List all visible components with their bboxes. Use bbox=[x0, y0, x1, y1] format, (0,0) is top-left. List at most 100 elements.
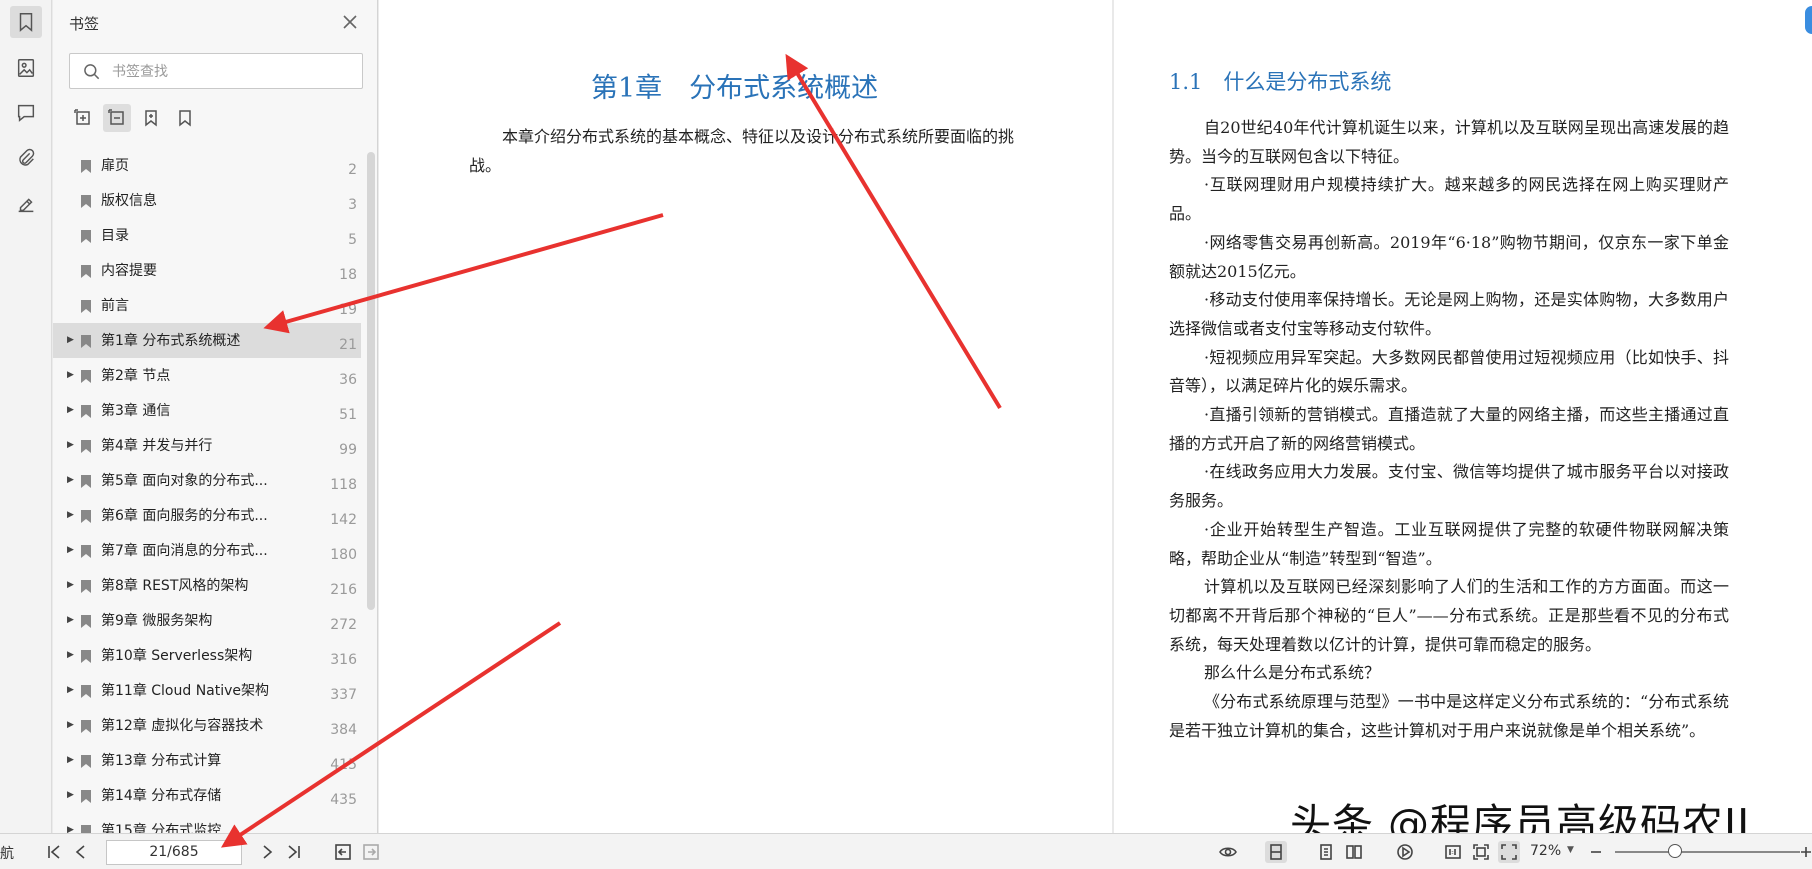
continuous-page-icon[interactable] bbox=[1315, 841, 1337, 863]
chevron-right-icon[interactable]: ▶ bbox=[67, 615, 77, 625]
bookmark-scrollbar[interactable] bbox=[367, 152, 375, 610]
search-input[interactable] bbox=[112, 61, 352, 83]
bookmark-toolbar bbox=[69, 104, 199, 132]
bookmark-label: 第6章 面向服务的分布式... bbox=[101, 508, 268, 524]
play-icon[interactable] bbox=[1394, 841, 1416, 863]
fit-width-icon[interactable] bbox=[1498, 841, 1520, 863]
bookmark-item[interactable]: 目录 5 bbox=[53, 218, 361, 253]
bookmark-icon bbox=[81, 193, 91, 208]
double-page-icon[interactable] bbox=[1343, 841, 1365, 863]
chevron-down-icon[interactable]: ▼ bbox=[1567, 845, 1574, 855]
body-paragraph: ·短视频应用异军突起。大多数网民都曾使用过短视频应用（比如快手、抖音等），以满足… bbox=[1169, 347, 1729, 396]
assistant-tab[interactable] bbox=[1805, 6, 1812, 34]
chevron-right-icon[interactable]: ▶ bbox=[67, 335, 77, 345]
bookmark-panel: 书签 扉页 2 版权信息 3 目录 5 内容提要 18 前言 19 ▶ 第1章 分布式系统概述 21 ▶ 第… bbox=[53, 0, 378, 833]
bookmark-item[interactable]: ▶ 第3章 通信 51 bbox=[53, 393, 361, 428]
bookmark-list: 扉页 2 版权信息 3 目录 5 内容提要 18 前言 19 ▶ 第1章 分布式系统概述 21 ▶ 第2章 … bbox=[53, 148, 363, 833]
single-page-icon[interactable] bbox=[1265, 841, 1287, 863]
zoom-out-icon[interactable] bbox=[1585, 841, 1607, 863]
bookmark-page-number: 18 bbox=[339, 267, 357, 283]
bookmark-item[interactable]: 扉页 2 bbox=[53, 148, 361, 183]
bookmark-item[interactable]: ▶ 第7章 面向消息的分布式... 180 bbox=[53, 533, 361, 568]
bookmark-outline-icon[interactable] bbox=[171, 104, 199, 132]
bookmark-icon bbox=[81, 158, 91, 173]
chapter-intro: 本章介绍分布式系统的基本概念、特征以及设计分布式系统所要面临的挑战。 bbox=[469, 127, 1015, 175]
bookmark-item[interactable]: ▶ 第15章 分布式监控 bbox=[53, 813, 361, 833]
eye-icon[interactable] bbox=[1217, 841, 1239, 863]
chevron-right-icon[interactable]: ▶ bbox=[67, 685, 77, 695]
chevron-right-icon[interactable]: ▶ bbox=[67, 440, 77, 450]
chevron-right-icon[interactable]: ▶ bbox=[67, 475, 77, 485]
bookmark-item[interactable]: ▶ 第10章 Serverless架构 316 bbox=[53, 638, 361, 673]
chevron-right-icon[interactable]: ▶ bbox=[67, 755, 77, 765]
bookmark-item[interactable]: 内容提要 18 bbox=[53, 253, 361, 288]
add-bookmark-icon[interactable] bbox=[137, 104, 165, 132]
bookmark-icon bbox=[81, 368, 91, 383]
chevron-right-icon[interactable]: ▶ bbox=[67, 510, 77, 520]
actual-size-icon[interactable] bbox=[1442, 841, 1464, 863]
body-paragraph: ·网络零售交易再创新高。2019年“6·18”购物节期间，仅京东一家下单金额就达… bbox=[1169, 232, 1729, 281]
bookmark-page-number: 21 bbox=[339, 337, 357, 353]
document-view: 第1章 分布式系统概述 本章介绍分布式系统的基本概念、特征以及设计分布式系统所要… bbox=[379, 0, 1812, 833]
bookmark-item[interactable]: ▶ 第5章 面向对象的分布式... 118 bbox=[53, 463, 361, 498]
chevron-right-icon[interactable]: ▶ bbox=[67, 790, 77, 800]
bookmark-item[interactable]: ▶ 第13章 分布式计算 415 bbox=[53, 743, 361, 778]
pdf-reader-window: 书签 扉页 2 版权信息 3 目录 5 内容提要 18 前言 19 ▶ 第1章 分布式系统概述 21 ▶ 第… bbox=[0, 0, 1812, 869]
bookmark-page-number: 435 bbox=[330, 792, 357, 808]
bookmark-page-number: 5 bbox=[348, 232, 357, 248]
expand-all-icon[interactable] bbox=[69, 104, 97, 132]
bookmark-icon bbox=[81, 823, 91, 833]
attachment-icon[interactable] bbox=[10, 142, 42, 174]
bookmark-page-number: 272 bbox=[330, 617, 357, 633]
bookmark-label: 扉页 bbox=[101, 158, 129, 174]
collapse-all-icon[interactable] bbox=[103, 104, 131, 132]
bookmark-item[interactable]: ▶ 第4章 并发与并行 99 bbox=[53, 428, 361, 463]
zoom-in-icon[interactable] bbox=[1795, 841, 1812, 863]
chevron-right-icon[interactable]: ▶ bbox=[67, 825, 77, 833]
comment-icon[interactable] bbox=[10, 97, 42, 129]
bookmark-item[interactable]: ▶ 第9章 微服务架构 272 bbox=[53, 603, 361, 638]
body-paragraph: 计算机以及互联网已经深刻影响了人们的生活和工作的方方面面。而这一切都离不开背后那… bbox=[1169, 577, 1729, 654]
zoom-slider-handle[interactable] bbox=[1668, 844, 1682, 858]
chevron-right-icon[interactable]: ▶ bbox=[67, 405, 77, 415]
bookmark-item[interactable]: ▶ 第2章 节点 36 bbox=[53, 358, 361, 393]
bookmark-page-number: 384 bbox=[330, 722, 357, 738]
bookmark-item[interactable]: ▶ 第11章 Cloud Native架构 337 bbox=[53, 673, 361, 708]
bookmark-item[interactable]: ▶ 第14章 分布式存储 435 bbox=[53, 778, 361, 813]
first-page-icon[interactable] bbox=[43, 841, 65, 863]
bookmark-item[interactable]: ▶ 第8章 REST风格的架构 216 bbox=[53, 568, 361, 603]
bookmark-item[interactable]: ▶ 第1章 分布式系统概述 21 bbox=[53, 323, 361, 358]
bookmark-icon[interactable] bbox=[10, 6, 42, 38]
page-number-input[interactable]: 21/685 bbox=[106, 840, 242, 865]
bookmark-icon bbox=[81, 333, 91, 348]
bookmark-item[interactable]: 前言 19 bbox=[53, 288, 361, 323]
forward-icon[interactable] bbox=[360, 841, 382, 863]
next-page-icon[interactable] bbox=[256, 841, 278, 863]
body-paragraph: ·互联网理财用户规模持续扩大。越来越多的网民选择在网上购买理财产品。 bbox=[1169, 175, 1729, 224]
chevron-right-icon[interactable]: ▶ bbox=[67, 580, 77, 590]
panel-title: 书签 bbox=[69, 15, 100, 33]
chevron-right-icon[interactable]: ▶ bbox=[67, 545, 77, 555]
back-icon[interactable] bbox=[332, 841, 354, 863]
chevron-right-icon[interactable]: ▶ bbox=[67, 370, 77, 380]
bookmark-page-number: 99 bbox=[339, 442, 357, 458]
bookmark-item[interactable]: 版权信息 3 bbox=[53, 183, 361, 218]
last-page-icon[interactable] bbox=[283, 841, 305, 863]
close-icon[interactable] bbox=[340, 12, 360, 32]
sign-icon[interactable] bbox=[10, 188, 42, 220]
bookmark-page-number: 118 bbox=[330, 477, 357, 493]
body-paragraph: ·直播引领新的营销模式。直播造就了大量的网络主播，而这些主播通过直播的方式开启了… bbox=[1169, 405, 1729, 453]
bookmark-item[interactable]: ▶ 第6章 面向服务的分布式... 142 bbox=[53, 498, 361, 533]
thumbnail-icon[interactable] bbox=[10, 52, 42, 84]
bookmark-page-number: 2 bbox=[348, 162, 357, 178]
prev-page-icon[interactable] bbox=[70, 841, 92, 863]
bookmark-item[interactable]: ▶ 第12章 虚拟化与容器技术 384 bbox=[53, 708, 361, 743]
zoom-slider[interactable] bbox=[1615, 851, 1800, 853]
chevron-right-icon[interactable]: ▶ bbox=[67, 720, 77, 730]
bookmark-label: 前言 bbox=[101, 298, 129, 314]
chevron-right-icon[interactable]: ▶ bbox=[67, 650, 77, 660]
bookmark-icon bbox=[81, 263, 91, 278]
bookmark-page-number: 180 bbox=[330, 547, 357, 563]
fit-page-icon[interactable] bbox=[1470, 841, 1492, 863]
zoom-level[interactable]: 72% bbox=[1530, 843, 1561, 859]
